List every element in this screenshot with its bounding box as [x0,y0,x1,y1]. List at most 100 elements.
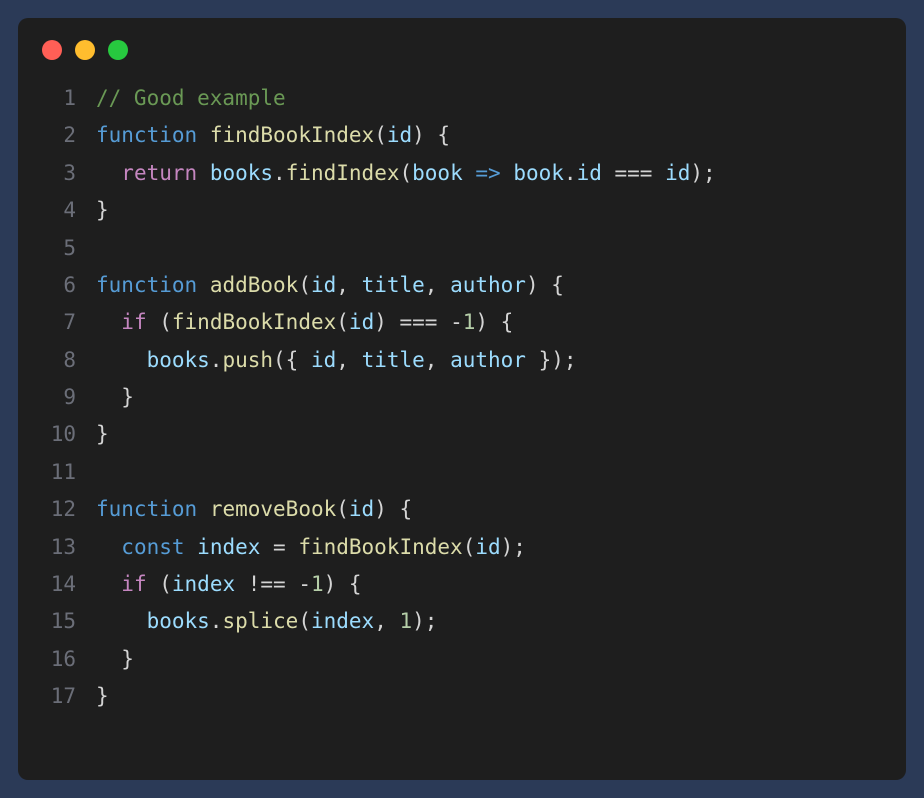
token: ( [298,273,311,297]
token: ( [147,572,172,596]
code-content: if (index !== -1) { [96,566,362,603]
code-content: } [96,678,109,715]
token [96,348,147,372]
line-number: 4 [34,192,76,229]
token: findBookIndex [210,123,374,147]
token: ( [399,161,412,185]
token: splice [222,609,298,633]
code-content: } [96,641,134,678]
token: addBook [210,273,299,297]
code-content: function removeBook(id) { [96,491,412,528]
code-line: 15 books.splice(index, 1); [34,603,890,640]
token: books [147,609,210,633]
token: if [121,310,146,334]
token: !== [235,572,298,596]
token [96,161,121,185]
code-content: } [96,192,109,229]
code-line: 16 } [34,641,890,678]
code-line: 3 return books.findIndex(book => book.id… [34,155,890,192]
code-line: 12function removeBook(id) { [34,491,890,528]
code-line: 8 books.push({ id, title, author }); [34,342,890,379]
line-number: 3 [34,155,76,192]
line-number: 2 [34,117,76,154]
code-content: } [96,379,134,416]
token: ); [412,609,437,633]
token: books [147,348,210,372]
code-line: 6 function addBook(id, title, author) { [34,267,890,304]
code-content: } [96,416,109,453]
code-line: 1 // Good example [34,80,890,117]
token: ) === [374,310,450,334]
token [197,497,210,521]
token: } [96,647,134,671]
line-number: 7 [34,304,76,341]
token: ) { [526,273,564,297]
line-number: 5 [34,230,76,267]
token: return [121,161,197,185]
token [197,273,210,297]
token: ( [374,123,387,147]
token: === [602,161,665,185]
line-number: 1 [34,80,76,117]
token [197,123,210,147]
line-number: 6 [34,267,76,304]
token: = [260,535,298,559]
token: . [273,161,286,185]
token: title [362,348,425,372]
token: function [96,497,197,521]
token: function [96,123,197,147]
token: id [311,348,336,372]
line-number: 13 [34,529,76,566]
token: index [172,572,235,596]
code-line: 4} [34,192,890,229]
close-icon[interactable] [42,40,62,60]
token: ) { [412,123,450,147]
token [96,310,121,334]
token: . [210,348,223,372]
token: 1 [311,572,324,596]
line-number: 11 [34,454,76,491]
line-number: 10 [34,416,76,453]
token: removeBook [210,497,336,521]
code-editor-window: 1// Good example2function findBookIndex(… [18,18,906,780]
line-number: 8 [34,342,76,379]
token [463,161,476,185]
maximize-icon[interactable] [108,40,128,60]
code-area[interactable]: 1// Good example2function findBookIndex(… [18,70,906,780]
code-line: 10} [34,416,890,453]
token: ); [690,161,715,185]
token: id [665,161,690,185]
token: if [121,572,146,596]
code-content: return books.findIndex(book => book.id =… [96,155,716,192]
token: index [197,535,260,559]
token: - [450,310,463,334]
token: id [577,161,602,185]
code-line: 7 if (findBookIndex(id) === -1) { [34,304,890,341]
token: id [349,497,374,521]
token: } [96,198,109,222]
token: , [336,273,361,297]
token: } [96,422,109,446]
code-line: 13 const index = findBookIndex(id); [34,529,890,566]
token: . [210,609,223,633]
code-line: 2function findBookIndex(id) { [34,117,890,154]
token: } [96,684,109,708]
code-content: // Good example [96,80,286,117]
line-number: 15 [34,603,76,640]
line-number: 14 [34,566,76,603]
code-content: function addBook(id, title, author) { [96,267,564,304]
code-content: const index = findBookIndex(id); [96,529,526,566]
token [96,572,121,596]
token: author [450,273,526,297]
token: 1 [399,609,412,633]
token: ( [463,535,476,559]
token: => [475,161,500,185]
minimize-icon[interactable] [75,40,95,60]
token: findBookIndex [298,535,462,559]
token: ({ [273,348,311,372]
token: author [450,348,526,372]
line-number: 16 [34,641,76,678]
token [197,161,210,185]
token: ( [336,310,349,334]
token: 1 [463,310,476,334]
